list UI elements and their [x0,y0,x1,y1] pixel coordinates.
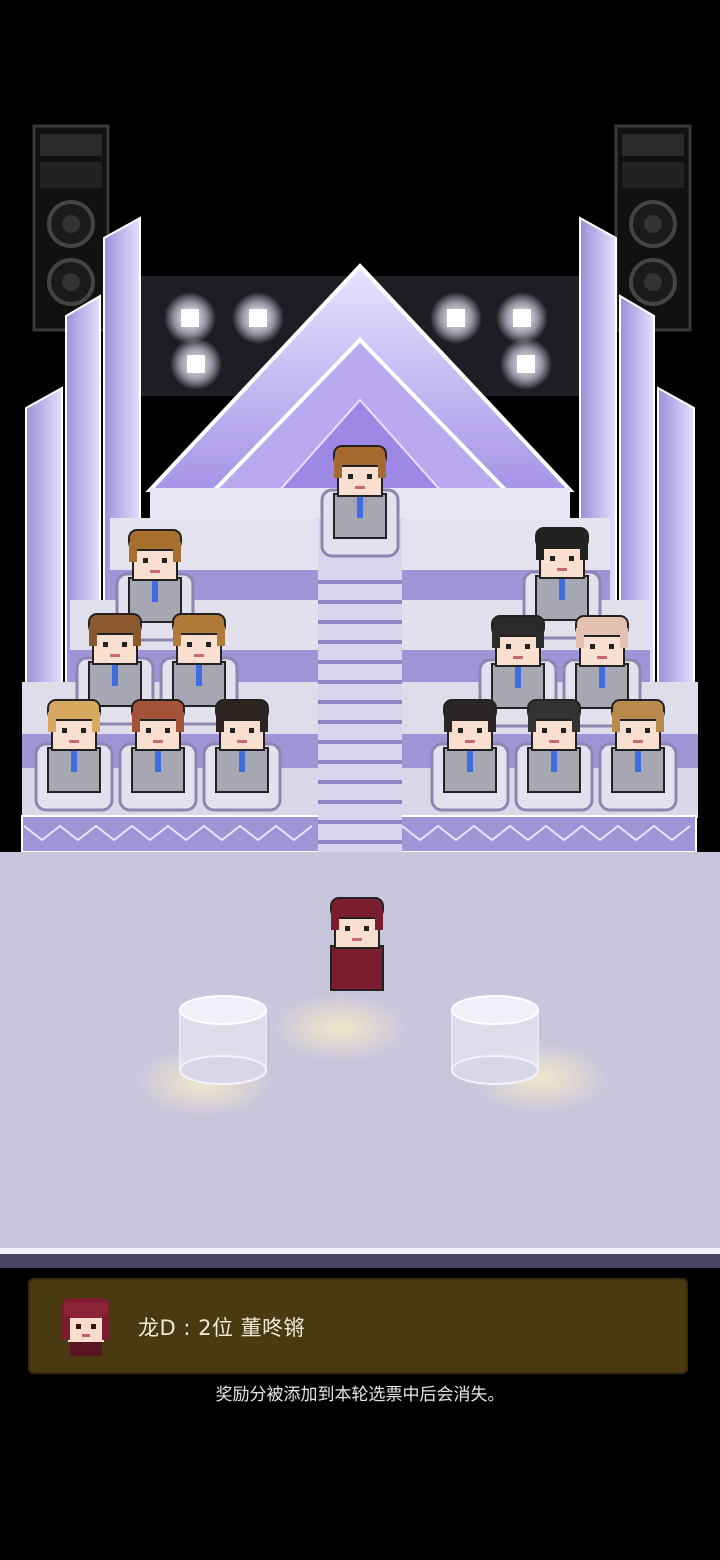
spotlight-icon [170,338,222,390]
dialog-message: 龙D : 2位 董咚锵 [138,1316,306,1340]
bonus-hint-text: 奖励分被添加到本轮选票中后会消失。 [215,1385,505,1405]
dialog-box[interactable]: 龙D : 2位 董咚锵 [28,1278,688,1374]
spotlight-icon [430,292,482,344]
spotlight-icon [164,292,216,344]
stage-scene [0,0,720,1270]
player-character [330,897,384,991]
spotlight-icon [496,292,548,344]
speaker-avatar [62,1298,110,1356]
spotlight-icon [500,338,552,390]
center-stairs [318,518,402,878]
left-podium-icon [179,995,267,1085]
right-podium-icon [451,995,539,1085]
spotlight-icon [232,292,284,344]
